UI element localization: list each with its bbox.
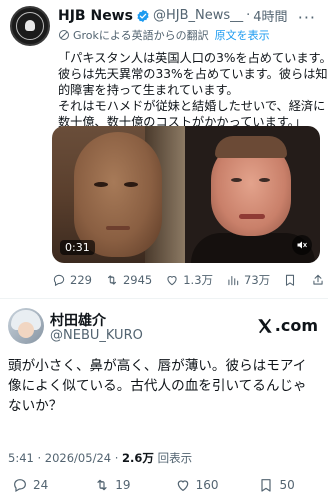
tweet-text-line: 頭が小さく、鼻が高く、唇が薄い。彼らはモアイ: [8, 358, 307, 374]
views-count: 73万: [244, 273, 271, 287]
reply-count: 229: [70, 273, 92, 287]
separator-dot: ·: [246, 8, 251, 23]
video-timer: 0:31: [60, 240, 95, 255]
bookmark-button[interactable]: [283, 273, 301, 287]
tweet-views-count: 2.6万: [122, 451, 154, 465]
tweet-views-label: 回表示: [153, 451, 193, 465]
bookmark-count: 50: [279, 478, 295, 492]
verified-badge-icon: [137, 9, 149, 22]
face-image-left: [74, 132, 162, 257]
avatar-murata[interactable]: [8, 308, 44, 344]
tweet-header: HJB News @HJB_News__ · 4時間 Grokによる英語からの翻…: [10, 6, 318, 46]
site-label: .com: [274, 316, 318, 335]
repost-count: 2945: [122, 273, 153, 287]
tweet-text-line: 「パキスタン人は英国人口の3%を占めています。: [58, 51, 328, 65]
repost-icon: [97, 479, 107, 491]
eye: [124, 182, 138, 187]
translation-note: Grokによる英語からの翻訳: [73, 29, 209, 42]
tweet-text-line: それはモハメドが従妹と結婚したせいで、経済に: [58, 99, 326, 113]
eye: [231, 178, 242, 182]
tweet-time[interactable]: 4時間: [253, 6, 287, 25]
repost-icon: [107, 275, 116, 285]
tweet-meta: 5:41 · 2026/05/24 · 2.6万 回表示: [8, 450, 192, 466]
share-button[interactable]: [311, 273, 328, 287]
tweet-text-line: ないか？: [8, 398, 63, 414]
show-original-link[interactable]: 原文を表示: [215, 27, 270, 43]
author-name[interactable]: HJB News: [58, 8, 133, 24]
mouth: [106, 226, 130, 230]
bookmark-button[interactable]: 50: [258, 477, 295, 493]
bookmark-icon: [261, 479, 272, 492]
grok-icon: [59, 30, 69, 40]
x-logo-icon: [258, 318, 272, 333]
tweet-header-text: HJB News @HJB_News__ · 4時間 Grokによる英語からの翻…: [58, 6, 318, 43]
tweet-text-line: 像によく似ている。古代人の血を引いてるんじゃ: [8, 378, 307, 394]
like-button[interactable]: 1.3万: [165, 272, 213, 288]
avatar-hjb-news[interactable]: [10, 6, 50, 46]
share-icon: [313, 274, 323, 285]
quoted-tweet[interactable]: HJB News @HJB_News__ · 4時間 Grokによる英語からの翻…: [0, 0, 328, 292]
x-com-logo: .com: [256, 316, 318, 335]
author-name[interactable]: 村田雄介: [50, 310, 106, 330]
reply-count: 24: [33, 478, 49, 492]
skull-icon: [25, 20, 35, 31]
eye: [259, 178, 270, 182]
reply-icon: [53, 274, 65, 287]
like-button[interactable]: 160: [175, 477, 219, 493]
tweet-body: 「パキスタン人は英国人口の3%を占めています。 彼らは先天異常の33%を占めてい…: [58, 50, 328, 130]
author-handle[interactable]: @NEBU_KURO: [50, 328, 143, 343]
translation-line: Grokによる英語からの翻訳 原文を表示: [58, 27, 318, 43]
views-chart-icon: [228, 275, 239, 286]
reply-button[interactable]: 229: [52, 273, 92, 287]
like-count: 1.3万: [183, 273, 214, 287]
avatar-face: [18, 322, 34, 338]
author-handle[interactable]: @HJB_News__: [153, 8, 243, 23]
tweet-body: 頭が小さく、鼻が高く、唇が薄い。彼らはモアイ 像によく似ている。古代人の血を引い…: [8, 356, 322, 416]
more-options-icon[interactable]: ···: [298, 8, 316, 27]
mouth: [239, 214, 265, 219]
reply-button[interactable]: 24: [12, 477, 48, 493]
bookmark-icon: [286, 274, 295, 286]
like-count: 160: [195, 478, 219, 492]
tweet-actions: 24 19 160 50: [12, 477, 322, 493]
video-player[interactable]: 0:31: [52, 126, 320, 263]
views-button[interactable]: 73万: [226, 272, 270, 288]
tweet-timestamp[interactable]: 5:41 · 2026/05/24 ·: [8, 451, 122, 465]
heart-icon: [177, 480, 188, 492]
repost-count: 19: [115, 478, 131, 492]
speaker-muted-icon: [297, 241, 307, 249]
heart-icon: [167, 276, 177, 286]
main-tweet[interactable]: 村田雄介 @NEBU_KURO .com 頭が小さく、鼻が高く、唇が薄い。彼らは…: [0, 300, 328, 500]
mute-button[interactable]: [292, 235, 312, 255]
divider: [0, 298, 328, 299]
author-line: HJB News @HJB_News__ · 4時間: [58, 6, 318, 26]
repost-button[interactable]: 19: [94, 477, 131, 493]
reply-icon: [14, 479, 26, 493]
hair: [215, 136, 287, 158]
repost-button[interactable]: 2945: [105, 273, 152, 287]
tweet-text-line: 的障害を持って生まれています。: [58, 83, 239, 97]
tweet-text-line: 彼らは先天異常の33%を占めています。彼らは知: [58, 67, 328, 81]
eye: [94, 182, 108, 187]
tweet-actions: 229 2945 1.3万 73万: [52, 272, 323, 288]
